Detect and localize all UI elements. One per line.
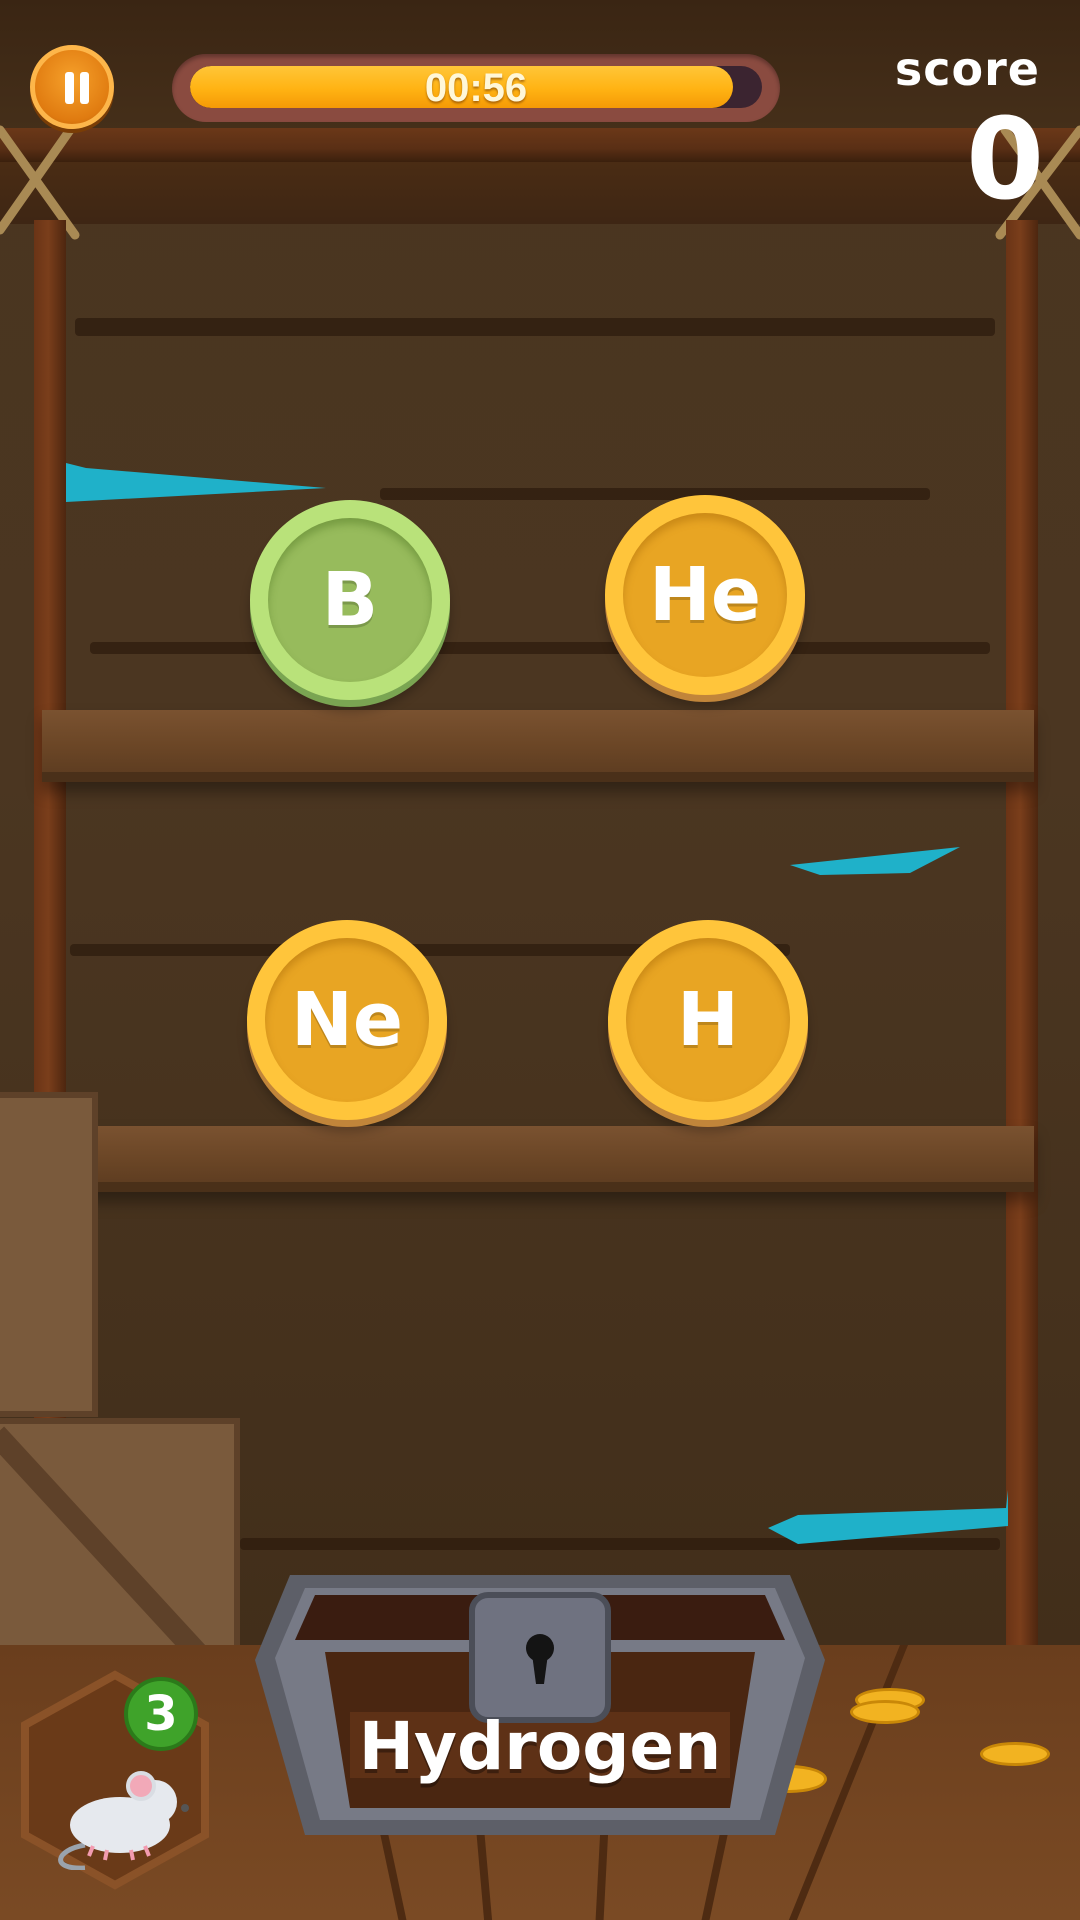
crack-decoration xyxy=(66,463,326,502)
keyhole-icon xyxy=(526,1634,554,1684)
treasure-chest[interactable]: Hydrogen xyxy=(250,1570,830,1840)
coin-symbol: Ne xyxy=(290,977,404,1063)
element-coin-he[interactable]: He xyxy=(605,495,805,695)
element-coin-b[interactable]: B xyxy=(250,500,450,700)
plank-seam xyxy=(75,318,995,336)
score-value: 0 xyxy=(966,95,1044,225)
ceiling-beam-shadow xyxy=(0,162,1080,224)
timer-bar: 00:56 xyxy=(172,54,780,122)
lower-shelf xyxy=(42,1126,1034,1192)
coin-symbol: H xyxy=(677,977,739,1063)
floor-coin-decoration xyxy=(850,1700,920,1724)
crack-decoration xyxy=(790,847,960,875)
crate-decoration xyxy=(0,1092,98,1417)
pause-button[interactable] xyxy=(30,45,114,129)
plank-seam xyxy=(90,642,990,654)
timer-text: 00:56 xyxy=(424,66,528,110)
element-coin-ne[interactable]: Ne xyxy=(247,920,447,1120)
mouse-icon xyxy=(58,1771,189,1870)
lives-count: 3 xyxy=(124,1677,198,1751)
floor-coin-decoration xyxy=(980,1742,1050,1766)
score-label: score xyxy=(894,42,1040,96)
game-scene: 00:56 score 0 B He Ne H Hydrogen 3 xyxy=(0,0,1080,1920)
ceiling-beam xyxy=(0,128,1080,162)
element-coin-h[interactable]: H xyxy=(608,920,808,1120)
coin-symbol: He xyxy=(648,552,762,638)
upper-shelf xyxy=(42,710,1034,782)
coin-symbol: B xyxy=(321,557,379,643)
chest-label: Hydrogen xyxy=(358,1708,722,1785)
crack-decoration xyxy=(768,1490,1008,1544)
right-post xyxy=(1006,220,1038,1650)
